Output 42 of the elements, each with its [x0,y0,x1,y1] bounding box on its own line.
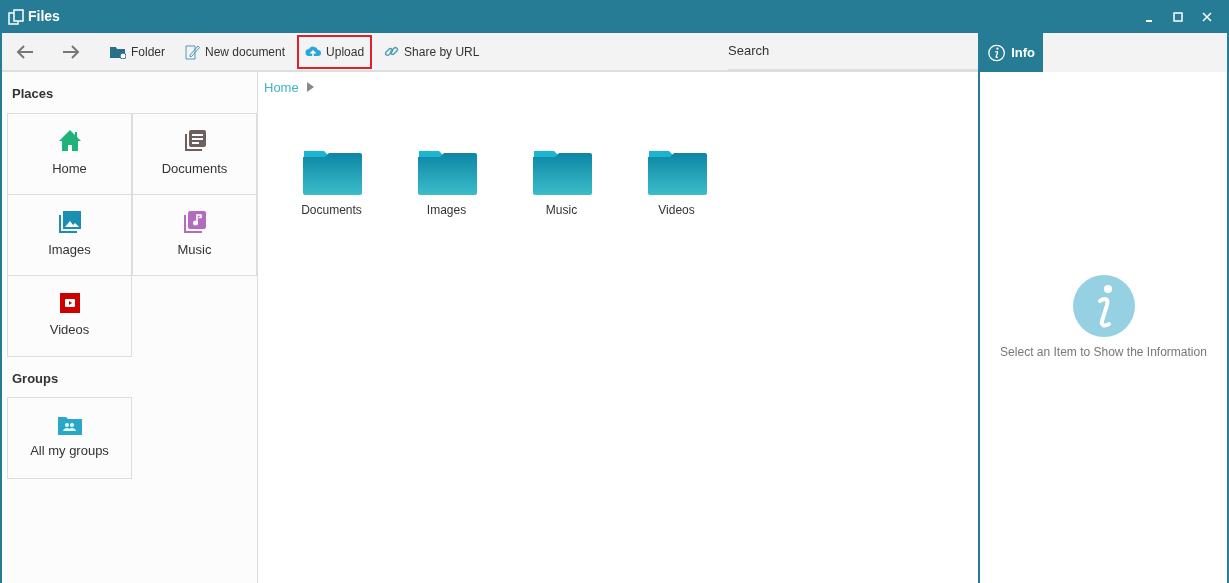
video-icon [58,291,81,314]
document-edit-icon [185,43,200,60]
folder-icon [110,44,126,59]
folder-icon [301,148,362,195]
info-message: Select an Item to Show the Information [1000,343,1207,361]
folder-item[interactable]: Images [409,147,484,220]
images-icon [57,209,82,234]
info-icon [1072,274,1135,337]
window-title: Files [28,7,60,26]
close-icon [1201,11,1212,22]
place-tile[interactable]: Home [7,112,132,195]
cloud-upload-icon [305,45,322,58]
folder-item[interactable]: Videos [639,147,714,220]
share-button[interactable]: Share by URL [376,34,488,69]
place-tile[interactable]: Documents [132,112,257,195]
place-tile[interactable]: Music [132,193,257,276]
maximize-icon [1172,11,1183,22]
group-folder-icon [57,415,82,436]
folder-icon [416,148,477,195]
section-heading: Groups [12,369,60,388]
breadcrumb-caret-icon [306,82,314,92]
place-tile[interactable]: All my groups [7,397,132,479]
home-icon [57,128,82,153]
place-tile[interactable]: Images [7,193,132,276]
place-tile[interactable]: Videos [7,274,132,357]
forward-arrow-icon [61,43,81,60]
section-heading: Places [12,85,55,103]
new-document-button[interactable]: New document [177,34,294,69]
upload-button[interactable]: Upload [297,34,373,69]
folder-button[interactable]: Folder [102,34,173,69]
link-icon [384,44,400,59]
app-icon [8,8,24,25]
folder-icon [531,148,592,195]
music-icon [182,209,207,234]
documents-icon [182,128,207,153]
folder-item[interactable]: Music [524,147,599,220]
minimize-icon [1145,19,1152,22]
info-tab[interactable]: Info [980,33,1043,72]
back-arrow-icon [15,43,35,60]
info-icon [988,42,1006,63]
folder-item[interactable]: Documents [294,147,369,220]
folder-icon [646,148,707,195]
